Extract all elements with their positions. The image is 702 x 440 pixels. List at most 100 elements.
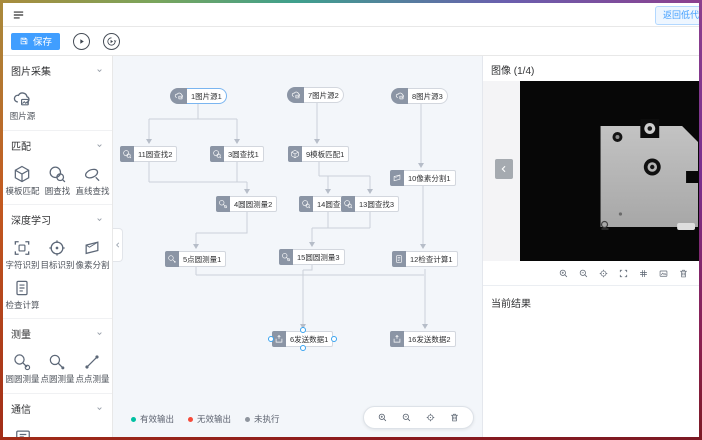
node-port[interactable]	[300, 327, 306, 333]
section-header[interactable]: 测量	[3, 326, 112, 341]
tool-item-ocr[interactable]: 字符识别	[5, 238, 39, 270]
flow-node[interactable]: 4圆圆测量2	[216, 196, 277, 212]
flow-node[interactable]: 5点圆测量1	[165, 251, 226, 267]
node-port[interactable]	[268, 336, 274, 342]
menu-icon[interactable]	[11, 8, 26, 22]
send-icon	[272, 331, 286, 347]
tool-item-label: 字符识别	[5, 261, 39, 270]
section-header[interactable]: 匹配	[3, 138, 112, 153]
sidebar: 图片采集 图片源 匹配 模板匹配 圆查找 直线查找 深度学习 字符识别	[3, 56, 113, 437]
image-panel-title: 图像 (1/4)	[483, 56, 699, 81]
flow-node-label: 15圆圆测量3	[293, 249, 345, 265]
flow-node[interactable]: 11圆查找2	[120, 146, 177, 162]
tool-item-measure-circle[interactable]: 圆圆测量	[5, 352, 39, 384]
circle-find-icon	[341, 196, 355, 212]
trash-icon[interactable]	[449, 412, 460, 423]
chevron-down-icon	[95, 66, 104, 75]
flow-node-label: 4圆圆测量2	[230, 196, 277, 212]
segment-icon	[82, 238, 102, 258]
measure-circle-icon	[216, 196, 230, 212]
run-once-button[interactable]	[73, 33, 90, 50]
flow-node[interactable]: 3圆查找1	[210, 146, 264, 162]
tool-item-line-find[interactable]: 直线查找	[75, 164, 109, 196]
measure-point-point-icon	[82, 352, 102, 372]
flow-node-label: 1图片源1	[187, 88, 227, 104]
legend-item: 有效输出	[131, 413, 174, 425]
prev-image-button[interactable]	[495, 159, 513, 179]
section-items: 圆圆测量 点圆测量 点点测量	[3, 352, 112, 384]
right-panel: 图像 (1/4)	[482, 56, 699, 437]
circle-find-icon	[47, 164, 67, 184]
legend-dot	[188, 417, 193, 422]
flow-node[interactable]: 6发送数据1	[272, 331, 333, 347]
tool-item-doc-calc[interactable]: 检查计算	[5, 278, 39, 310]
node-port[interactable]	[331, 336, 337, 342]
legend-dot	[245, 417, 250, 422]
tool-item-cube[interactable]: 模板匹配	[5, 164, 39, 196]
flow-node[interactable]: 8图片源3	[391, 88, 448, 104]
ocr-icon	[12, 238, 32, 258]
flow-canvas[interactable]: 有效输出 无效输出 未执行 1图片源1 7图片源2 8图片源3 11圆查找2 3圆查…	[113, 56, 482, 437]
cloud-image-icon	[170, 88, 187, 104]
section-title: 图片采集	[11, 63, 51, 78]
section-title: 测量	[11, 326, 31, 341]
flow-node[interactable]: 10像素分割1	[390, 170, 456, 186]
circle-find-icon	[299, 196, 313, 212]
zoom-out-icon[interactable]	[401, 412, 412, 423]
section-header[interactable]: 图片采集	[3, 63, 112, 78]
tool-item-label: 检查计算	[5, 301, 39, 310]
tool-item-circle-find[interactable]: 圆查找	[45, 164, 71, 196]
sidebar-section: 图片采集 图片源	[3, 56, 112, 131]
grid-icon[interactable]	[638, 268, 649, 279]
measure-circle-icon	[279, 249, 293, 265]
target-icon	[47, 238, 67, 258]
flow-node-label: 5点圆测量1	[179, 251, 226, 267]
chevron-left-icon	[499, 164, 509, 174]
crosshair-icon[interactable]	[425, 412, 436, 423]
send-icon	[390, 331, 404, 347]
sidebar-section: 测量 圆圆测量 点圆测量 点点测量	[3, 319, 112, 394]
section-items: 字符识别 目标识别 像素分割 检查计算	[3, 238, 112, 309]
tool-item-measure-point-circle[interactable]: 点圆测量	[40, 352, 74, 384]
node-port[interactable]	[300, 345, 306, 351]
flow-node[interactable]: 9模板匹配1	[288, 146, 349, 162]
flow-node-label: 9模板匹配1	[302, 146, 349, 162]
tool-item-comm[interactable]	[13, 427, 33, 438]
flow-node[interactable]: 7图片源2	[287, 87, 344, 103]
save-button[interactable]: 保存	[11, 33, 60, 50]
segment-icon	[390, 170, 404, 186]
chevron-down-icon	[95, 329, 104, 338]
run-continuous-button[interactable]	[103, 33, 120, 50]
legend-item: 未执行	[245, 413, 280, 425]
title-bar: 返回低代	[3, 3, 699, 27]
section-header[interactable]: 深度学习	[3, 212, 112, 227]
fullscreen-icon[interactable]	[618, 268, 629, 279]
flow-node-label: 7图片源2	[304, 87, 344, 103]
cube-icon	[288, 146, 302, 162]
flow-node[interactable]: 16发送数据2	[390, 331, 456, 347]
measure-point-circle-icon	[165, 251, 179, 267]
zoom-in-icon[interactable]	[377, 412, 388, 423]
crosshair-icon[interactable]	[598, 268, 609, 279]
tool-item-label: 目标识别	[40, 261, 74, 270]
flow-node[interactable]: 13圆查找3	[341, 196, 399, 212]
sidebar-collapse-handle[interactable]	[113, 228, 123, 262]
flow-node[interactable]: 1图片源1	[170, 88, 227, 104]
tool-item-segment[interactable]: 像素分割	[75, 238, 109, 270]
sidebar-section: 深度学习 字符识别 目标识别 像素分割 检查计算	[3, 205, 112, 319]
return-lowcode-button[interactable]: 返回低代	[655, 6, 702, 25]
trash-icon[interactable]	[678, 268, 689, 279]
chevron-down-icon	[95, 215, 104, 224]
flow-node[interactable]: 15圆圆测量3	[279, 249, 345, 265]
flow-node[interactable]: 12检查计算1	[392, 251, 458, 267]
zoom-out-icon[interactable]	[578, 268, 589, 279]
section-title: 深度学习	[11, 212, 51, 227]
frame-icon[interactable]	[658, 268, 669, 279]
tool-item-measure-point-point[interactable]: 点点测量	[75, 352, 109, 384]
tool-item-cloud-image[interactable]: 图片源	[10, 89, 36, 121]
zoom-in-icon[interactable]	[558, 268, 569, 279]
legend-item: 无效输出	[188, 413, 231, 425]
tool-item-target[interactable]: 目标识别	[40, 238, 74, 270]
section-header[interactable]: 通信	[3, 401, 112, 416]
legend-dot	[131, 417, 136, 422]
